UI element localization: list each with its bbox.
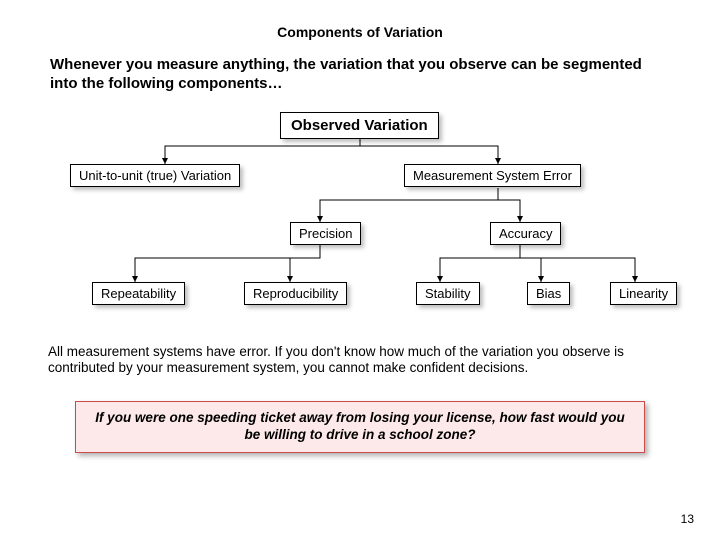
node-repeatability: Repeatability: [92, 282, 185, 305]
node-precision: Precision: [290, 222, 361, 245]
page-title: Components of Variation: [0, 0, 720, 40]
callout-box: If you were one speeding ticket away fro…: [75, 401, 645, 453]
node-reproducibility: Reproducibility: [244, 282, 347, 305]
body-paragraph: All measurement systems have error. If y…: [0, 334, 720, 378]
node-stability: Stability: [416, 282, 480, 305]
node-observed-variation: Observed Variation: [280, 112, 439, 139]
intro-text: Whenever you measure anything, the varia…: [0, 40, 720, 94]
node-accuracy: Accuracy: [490, 222, 561, 245]
node-unit-variation: Unit-to-unit (true) Variation: [70, 164, 240, 187]
page-number: 13: [681, 512, 694, 526]
node-linearity: Linearity: [610, 282, 677, 305]
node-measurement-system-error: Measurement System Error: [404, 164, 581, 187]
node-bias: Bias: [527, 282, 570, 305]
variation-diagram: Observed Variation Unit-to-unit (true) V…: [0, 104, 720, 334]
